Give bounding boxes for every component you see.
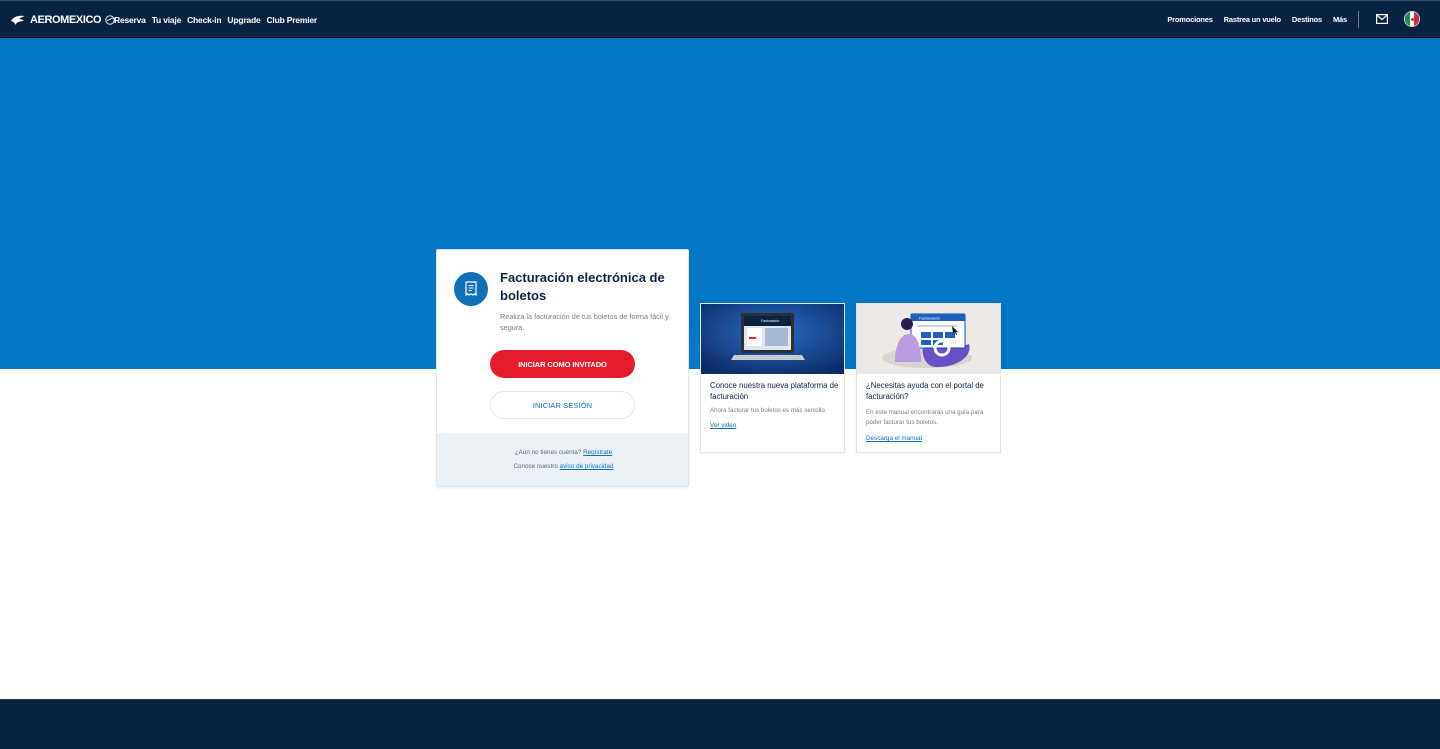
invoice-document-icon: [454, 272, 488, 306]
nav-tu-viaje[interactable]: Tu viaje: [152, 15, 182, 25]
secondary-nav: Promociones Rastrea un vuelo Destinos Má…: [1167, 15, 1347, 24]
site-footer: [0, 699, 1440, 749]
privacy-prompt: Conoce nuestro: [513, 463, 558, 470]
billing-help-illustration: Facturación: [857, 304, 1000, 374]
aeromexico-logo[interactable]: AEROMEXICO: [10, 12, 115, 28]
card-footer: ¿Aún no tienes cuenta? Regístrate Conoce…: [437, 433, 688, 486]
video-card-description: Ahora facturar tus boletos es más sencil…: [710, 407, 827, 414]
nav-reserva[interactable]: Reserva: [114, 15, 146, 25]
nav-mas[interactable]: Más: [1333, 15, 1347, 24]
nav-destinos[interactable]: Destinos: [1292, 15, 1322, 24]
nav-club-premier[interactable]: Club Premier: [266, 15, 317, 25]
nav-promociones[interactable]: Promociones: [1167, 15, 1213, 24]
privacy-line: Conoce nuestro aviso de privacidad: [437, 463, 688, 470]
watch-video-link[interactable]: Ver video: [710, 422, 736, 429]
video-card-title: Conoce nuestra nueva plataforma de factu…: [710, 381, 839, 401]
register-prompt: ¿Aún no tienes cuenta?: [514, 449, 582, 456]
page-title: Facturación electrónica de boletos: [500, 270, 665, 303]
nav-check-in[interactable]: Check-in: [187, 15, 221, 25]
nav-divider: [1358, 11, 1359, 28]
register-line: ¿Aún no tienes cuenta? Regístrate: [437, 449, 688, 456]
billing-card: Facturación electrónica de boletos Reali…: [436, 249, 689, 487]
video-info-card: Facturación Conoce nuestra nueva platafo…: [700, 303, 845, 453]
nav-rastrea-vuelo[interactable]: Rastrea un vuelo: [1224, 15, 1281, 24]
nav-upgrade[interactable]: Upgrade: [227, 15, 260, 25]
download-manual-link[interactable]: Descarga el manual: [866, 435, 922, 442]
mexico-flag-icon[interactable]: [1404, 11, 1420, 27]
privacy-link[interactable]: aviso de privacidad: [560, 463, 614, 470]
login-button[interactable]: INICIAR SESIÓN: [490, 391, 635, 419]
illustration-screen-title: Facturación: [919, 316, 940, 321]
laptop-billing-platform-image[interactable]: Facturación: [701, 304, 845, 374]
mail-icon[interactable]: [1376, 14, 1388, 24]
manual-card-description: En este manual encontrarás una guía para…: [866, 409, 984, 426]
laptop-screen-title: Facturación: [761, 319, 779, 323]
manual-info-card: Facturación ¿Necesitas ayuda con el port…: [856, 303, 1001, 453]
card-description: Realiza la facturación de tus boletos de…: [500, 312, 669, 332]
guest-login-button[interactable]: INICIAR COMO INVITADO: [490, 350, 635, 378]
brand-name: AEROMEXICO: [30, 14, 102, 26]
top-navigation-bar: AEROMEXICO Reserva Tu viaje Check-in Upg…: [0, 0, 1440, 38]
primary-nav: Reserva Tu viaje Check-in Upgrade Club P…: [114, 15, 317, 25]
register-link[interactable]: Regístrate: [583, 449, 612, 456]
aeromexico-eagle-icon: [11, 15, 25, 25]
manual-card-title: ¿Necesitas ayuda con el portal de factur…: [866, 381, 984, 401]
